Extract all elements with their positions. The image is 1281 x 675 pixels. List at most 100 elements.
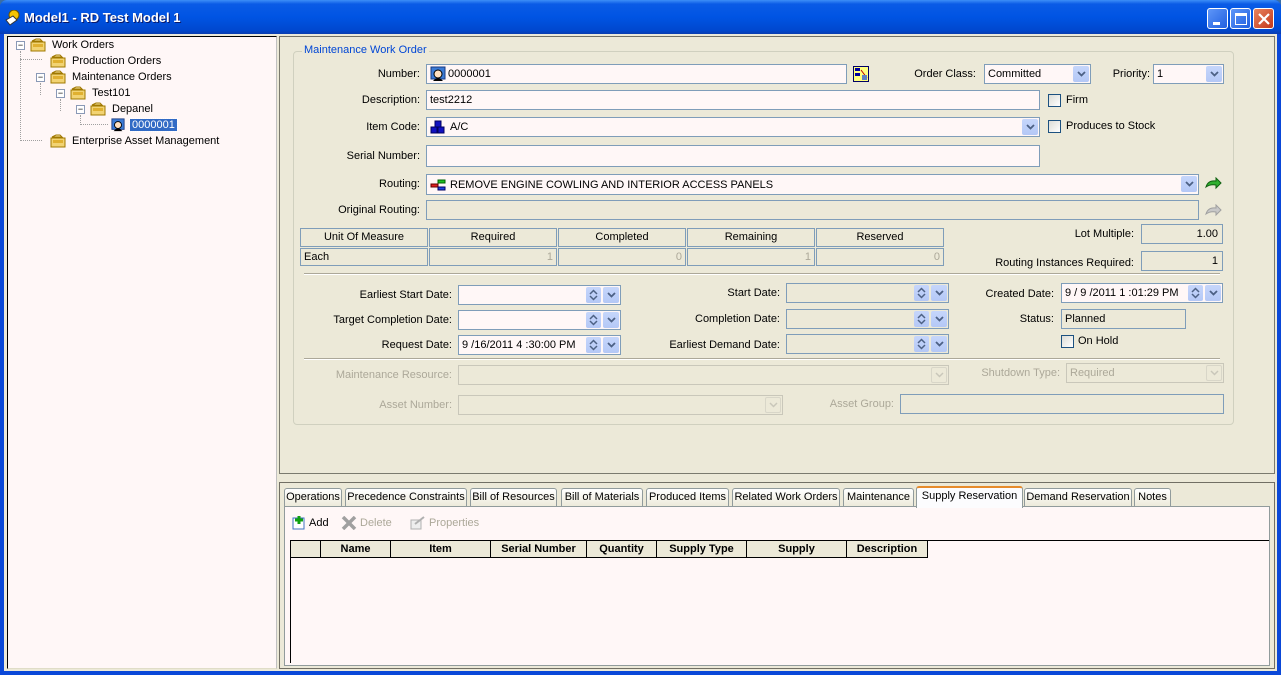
tab-precedence-constraints[interactable]: Precedence Constraints xyxy=(345,488,467,507)
asset-group-field xyxy=(900,394,1224,414)
on-hold-checkbox[interactable] xyxy=(1061,335,1074,348)
created-date-picker[interactable]: 9 / 9 /2011 1 :01:29 PM xyxy=(1061,283,1223,303)
column-header-quantity[interactable]: Quantity xyxy=(587,540,657,558)
routing-select[interactable]: REMOVE ENGINE COWLING AND INTERIOR ACCES… xyxy=(426,174,1199,195)
description-label: Description: xyxy=(361,94,420,106)
group-title: Maintenance Work Order xyxy=(302,44,429,56)
description-field[interactable]: test2212 xyxy=(426,90,1040,110)
close-button[interactable] xyxy=(1253,8,1274,29)
folder-icon xyxy=(50,54,66,68)
grid-cell-reserved: 0 xyxy=(816,248,944,266)
lookup-icon[interactable] xyxy=(853,66,869,82)
minimize-button[interactable] xyxy=(1207,8,1228,29)
chevron-down-icon xyxy=(931,311,947,327)
tab-maintenance[interactable]: Maintenance xyxy=(843,488,914,507)
tab-produced-items[interactable]: Produced Items xyxy=(646,488,729,507)
collapse-toggle[interactable]: − xyxy=(16,41,25,50)
tree-item-enterprise-asset-management[interactable]: Enterprise Asset Management xyxy=(50,133,221,149)
tree-line xyxy=(40,83,41,95)
tab-operations[interactable]: Operations xyxy=(284,488,342,507)
priority-select[interactable]: 1 xyxy=(1153,64,1224,84)
column-header-selector[interactable] xyxy=(291,540,321,558)
spin-updown-icon[interactable] xyxy=(1188,285,1203,301)
window-title: Model1 - RD Test Model 1 xyxy=(24,10,181,25)
lot-multiple-label: Lot Multiple: xyxy=(1074,228,1134,240)
column-header-supply[interactable]: Supply xyxy=(747,540,847,558)
chevron-down-icon[interactable] xyxy=(603,312,619,328)
start-date-picker xyxy=(786,283,949,303)
reservation-table[interactable] xyxy=(290,540,1269,663)
tab-supply-reservation[interactable]: Supply Reservation xyxy=(916,486,1023,508)
folder-icon xyxy=(70,86,86,100)
tree-line xyxy=(80,124,108,125)
tree-item-work-orders[interactable]: Work Orders xyxy=(30,37,116,53)
produces-to-stock-checkbox[interactable] xyxy=(1048,120,1061,133)
maximize-button[interactable] xyxy=(1230,8,1251,29)
tree-item-depanel[interactable]: Depanel xyxy=(90,101,155,117)
spin-updown-icon[interactable] xyxy=(586,312,601,328)
tab-demand-reservation[interactable]: Demand Reservation xyxy=(1024,488,1132,507)
chevron-down-icon[interactable] xyxy=(1022,119,1038,135)
target-completion-date-picker[interactable] xyxy=(458,310,621,330)
column-header-serial-number[interactable]: Serial Number xyxy=(491,540,587,558)
tab-related-work-orders[interactable]: Related Work Orders xyxy=(732,488,840,507)
separator xyxy=(304,358,1220,360)
properties-icon xyxy=(410,516,425,530)
tree-item-test101[interactable]: Test101 xyxy=(70,85,133,101)
firm-checkbox[interactable] xyxy=(1048,94,1061,107)
item-code-select[interactable]: A/C xyxy=(426,117,1040,137)
chevron-down-icon[interactable] xyxy=(1181,176,1197,192)
tree-item-work-order-0000001[interactable]: 0000001 xyxy=(110,117,178,133)
grid-header-unit-of-measure: Unit Of Measure xyxy=(300,228,428,247)
tree-item-production-orders[interactable]: Production Orders xyxy=(50,53,163,69)
spin-updown-icon[interactable] xyxy=(586,337,601,353)
target-completion-date-label: Target Completion Date: xyxy=(333,314,452,326)
column-header-supply-type[interactable]: Supply Type xyxy=(657,540,747,558)
maintenance-resource-select xyxy=(458,365,949,385)
serial-number-field[interactable] xyxy=(426,145,1040,167)
grid-cell-remaining: 1 xyxy=(687,248,815,266)
tab-bill-of-materials[interactable]: Bill of Materials xyxy=(561,488,643,507)
column-header-description[interactable]: Description xyxy=(847,540,928,558)
tree-item-maintenance-orders[interactable]: Maintenance Orders xyxy=(50,69,174,85)
request-date-picker[interactable]: 9 /16/2011 4 :30:00 PM xyxy=(458,335,621,355)
maximize-icon xyxy=(1235,13,1247,25)
asset-number-label: Asset Number: xyxy=(379,399,452,411)
collapse-toggle[interactable]: − xyxy=(56,89,65,98)
earliest-start-date-picker[interactable] xyxy=(458,285,621,305)
item-cubes-icon xyxy=(430,120,445,134)
apply-routing-icon[interactable] xyxy=(1204,177,1222,191)
chevron-down-icon[interactable] xyxy=(603,337,619,353)
order-class-select[interactable]: Committed xyxy=(984,64,1091,84)
grid-cell-required: 1 xyxy=(429,248,557,266)
tab-notes[interactable]: Notes xyxy=(1134,488,1171,507)
chevron-down-icon xyxy=(931,285,947,301)
number-field[interactable]: 0000001 xyxy=(426,64,847,84)
spin-updown-icon xyxy=(914,311,929,327)
chevron-down-icon[interactable] xyxy=(1206,66,1222,82)
chevron-down-icon xyxy=(1206,365,1222,381)
work-order-tree[interactable]: − Work Orders Production Orders − Mainte… xyxy=(7,36,277,669)
add-button[interactable]: Add xyxy=(292,515,329,531)
chevron-down-icon[interactable] xyxy=(1205,285,1221,301)
collapse-toggle[interactable]: − xyxy=(36,73,45,82)
grid-header-required: Required xyxy=(429,228,557,247)
chevron-down-icon xyxy=(765,397,781,413)
grid-header-remaining: Remaining xyxy=(687,228,815,247)
tab-bill-of-resources[interactable]: Bill of Resources xyxy=(470,488,557,507)
chevron-down-icon[interactable] xyxy=(603,287,619,303)
delete-icon xyxy=(341,516,357,530)
created-date-label: Created Date: xyxy=(985,288,1054,300)
original-routing-label: Original Routing: xyxy=(338,204,420,216)
column-header-item[interactable]: Item xyxy=(391,540,491,558)
completion-date-label: Completion Date: xyxy=(695,313,780,325)
spin-updown-icon[interactable] xyxy=(586,287,601,303)
application-window: Model1 - RD Test Model 1 − Work Orders P… xyxy=(0,0,1281,675)
column-header-name[interactable]: Name xyxy=(321,540,391,558)
chevron-down-icon[interactable] xyxy=(1073,66,1089,82)
folder-icon xyxy=(30,38,46,52)
collapse-toggle[interactable]: − xyxy=(76,105,85,114)
title-bar[interactable]: Model1 - RD Test Model 1 xyxy=(0,0,1281,34)
tree-line xyxy=(20,140,42,141)
number-label: Number: xyxy=(377,68,420,80)
